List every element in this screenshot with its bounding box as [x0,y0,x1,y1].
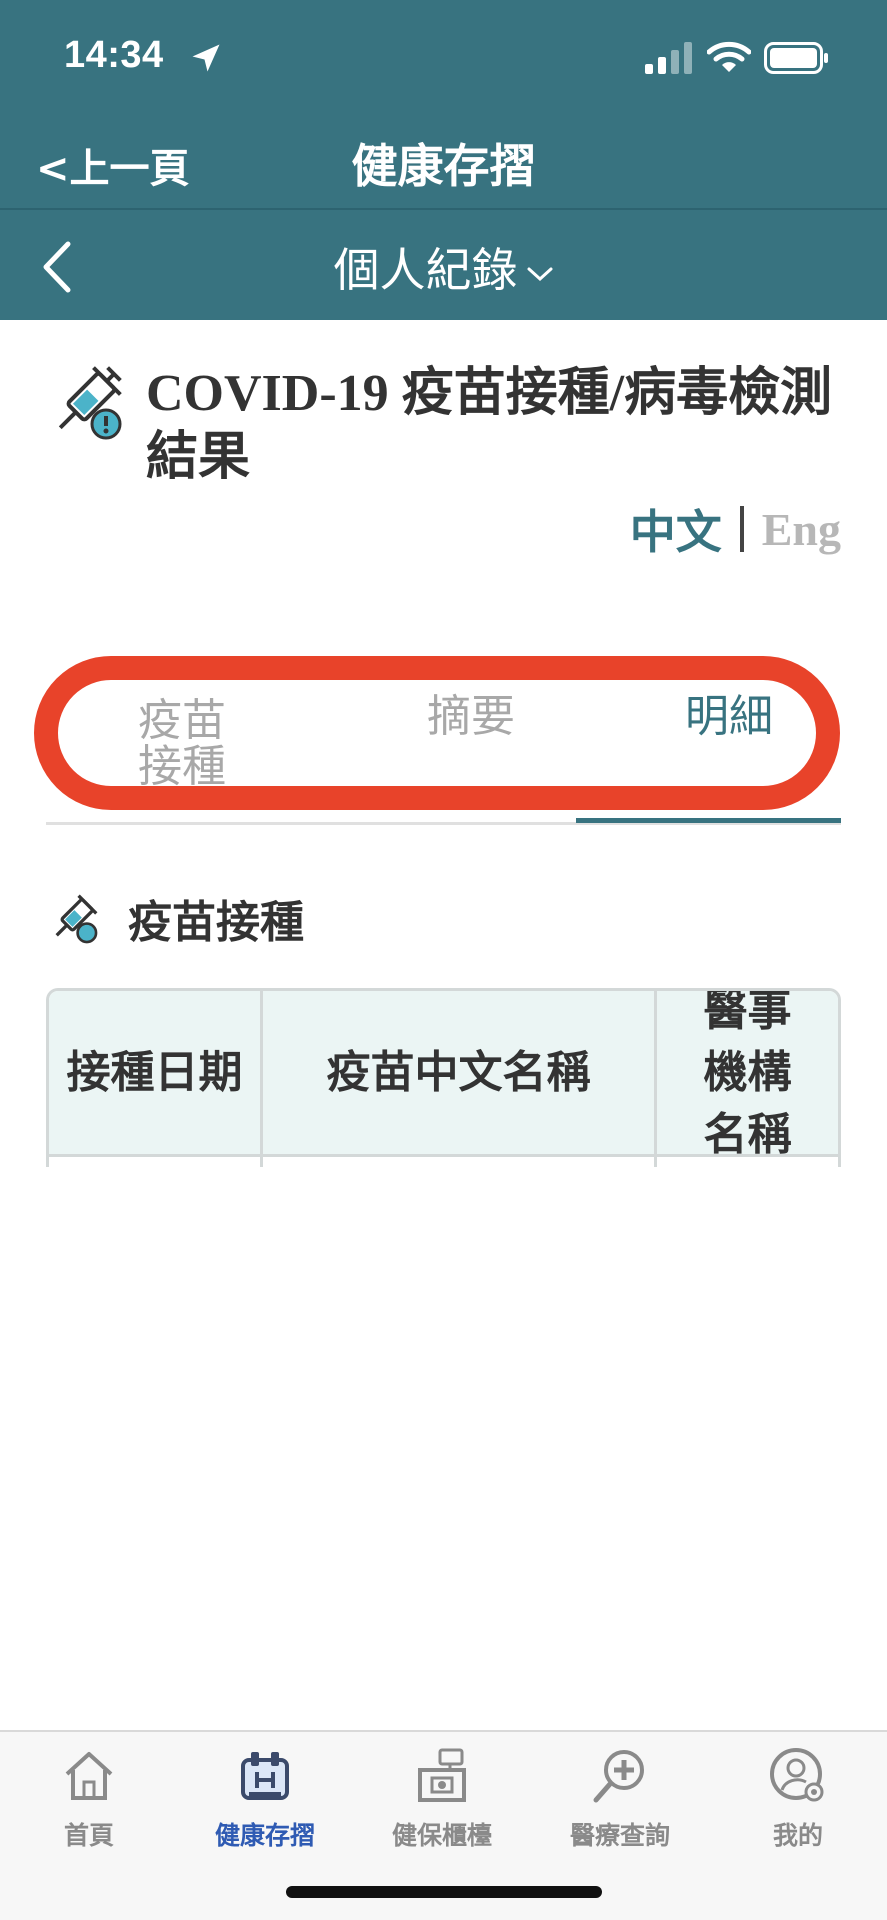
health-passbook-icon [241,1752,289,1800]
profile-settings-icon [770,1748,824,1802]
column-header-date: 接種日期 [66,1046,243,1098]
section-title: 疫苗接種 [128,897,304,948]
page-title: COVID-19 疫苗接種/病毒檢測結果 [146,365,833,486]
table-cell [260,1157,654,1167]
nav-counter-label: 健保櫃檯 [391,1821,492,1850]
column-header-institution: 醫事機構名稱 [654,991,838,1160]
column-header-institution-text: 醫事機構名稱 [703,988,792,1160]
nav-profile-label: 我的 [772,1821,823,1850]
counter-icon [418,1748,466,1802]
cellular-signal-icon [645,42,692,74]
home-icon [65,1752,113,1800]
app-header: <上一頁 健康存摺 [0,110,887,208]
battery-icon [764,42,828,74]
header-title: 健康存摺 [351,139,536,193]
subnav-dropdown[interactable]: 個人紀錄 [0,234,887,300]
nav-counter[interactable]: 健保櫃檯 [357,1746,527,1852]
nav-medical-search-label: 醫療查詢 [569,1821,670,1850]
chevron-down-icon [527,267,552,281]
table-body [49,1157,838,1167]
nav-medical-search[interactable]: 醫療查詢 [535,1746,705,1852]
vaccine-syringe-icon [58,366,122,440]
tab-active-indicator [576,818,841,823]
sub-navigation: 個人紀錄 [0,208,887,320]
language-switch: 中文 Eng [630,496,841,562]
vaccine-syringe-icon [55,894,98,944]
nav-health-passbook[interactable]: 健康存摺 [180,1746,350,1852]
language-separator [739,506,744,552]
status-bar: 14:34 [0,0,887,110]
language-chinese-option[interactable]: 中文 [630,496,722,562]
subnav-title: 個人紀錄 [333,243,518,297]
location-arrow-icon [192,44,220,72]
home-indicator [286,1886,602,1898]
tab-summary[interactable]: 摘要 [396,694,546,740]
language-english-option[interactable]: Eng [762,503,841,556]
table-cell [654,1157,838,1167]
nav-home[interactable]: 首頁 [4,1746,174,1852]
nav-home-label: 首頁 [63,1821,114,1850]
table-cell [49,1157,260,1167]
vaccination-table: 接種日期 疫苗中文名稱 醫事機構名稱 [46,988,841,1167]
tab-vaccination[interactable]: 疫苗接種 [132,698,232,790]
medical-search-icon [593,1750,644,1803]
column-header-vaccine-name: 疫苗中文名稱 [260,991,654,1154]
tab-bar: 疫苗接種 摘要 明細 [46,670,841,826]
tab-detail[interactable]: 明細 [654,694,804,740]
nav-health-passbook-label: 健康存摺 [214,1821,315,1850]
wifi-icon [707,41,751,72]
nav-profile[interactable]: 我的 [713,1746,883,1852]
status-time: 14:34 [64,34,164,76]
table-header-row: 接種日期 疫苗中文名稱 醫事機構名稱 [49,991,838,1160]
